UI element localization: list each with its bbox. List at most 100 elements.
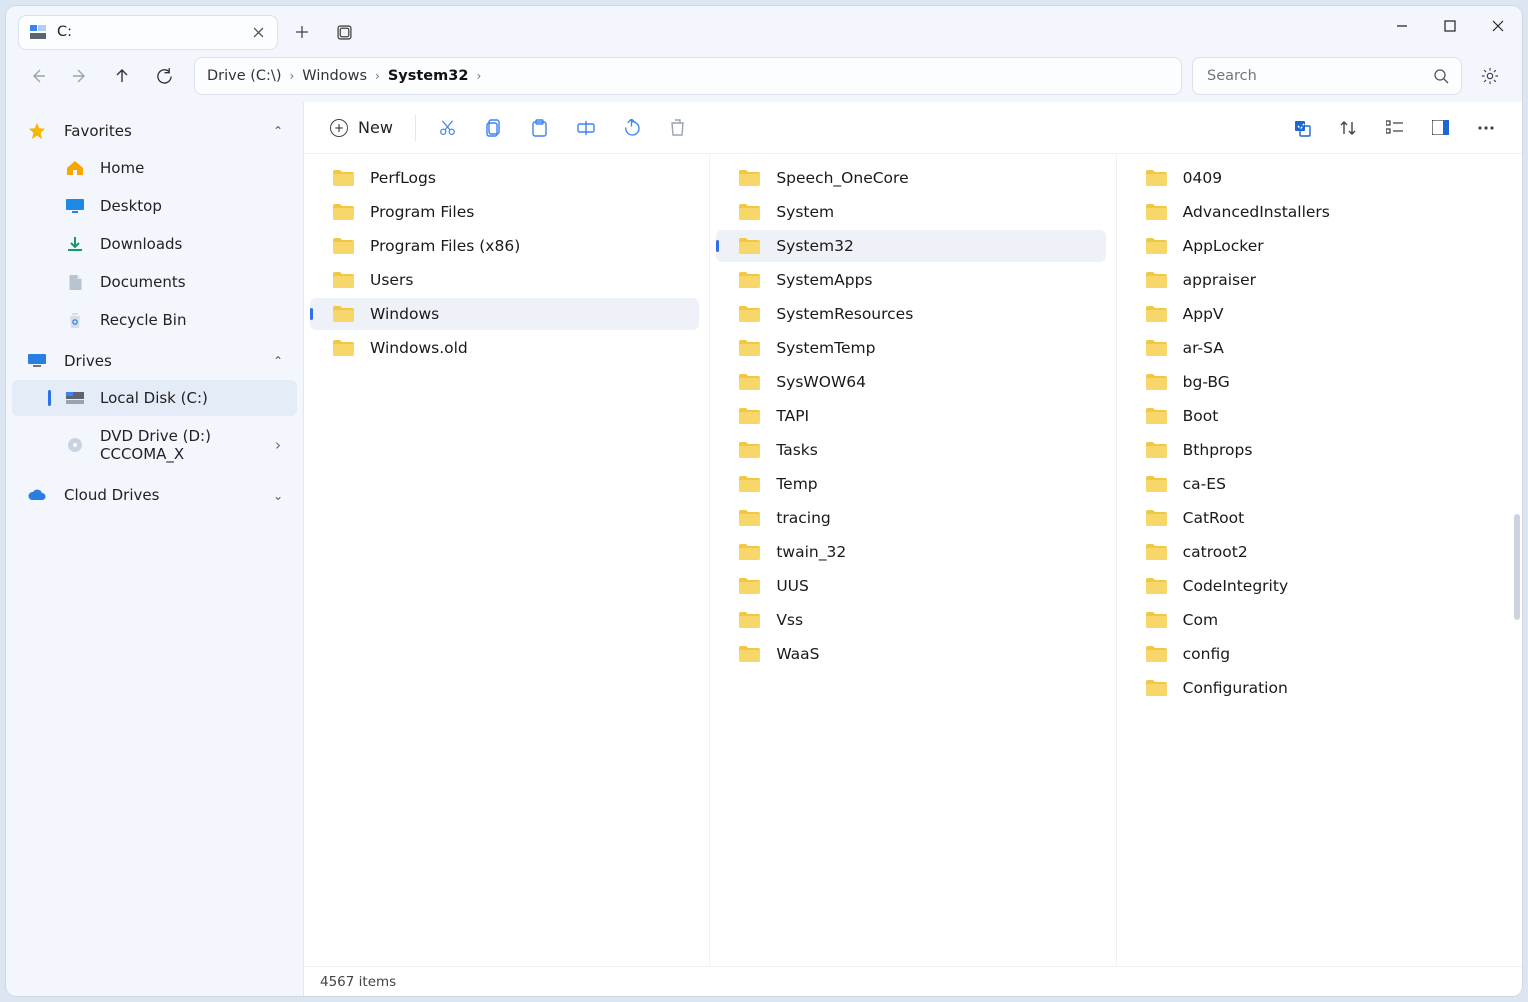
folder-item[interactable]: PerfLogs <box>310 162 699 194</box>
folder-item[interactable]: Vss <box>716 604 1105 636</box>
folder-icon <box>738 577 760 595</box>
folder-icon <box>1145 577 1167 595</box>
folder-icon <box>1145 645 1167 663</box>
tab-current[interactable]: C: <box>18 15 278 50</box>
breadcrumb-segment[interactable]: Drive (C:\) <box>207 68 281 84</box>
folder-icon <box>332 339 354 357</box>
folder-icon <box>332 271 354 289</box>
preview-pane-button[interactable] <box>1420 108 1460 148</box>
folder-item[interactable]: AppLocker <box>1123 230 1512 262</box>
folder-icon <box>1145 441 1167 459</box>
folder-item[interactable]: Com <box>1123 604 1512 636</box>
cut-button[interactable] <box>428 108 468 148</box>
folder-item[interactable]: catroot2 <box>1123 536 1512 568</box>
folder-item[interactable]: Users <box>310 264 699 296</box>
close-tab-icon[interactable] <box>249 23 267 41</box>
folder-item[interactable]: Program Files (x86) <box>310 230 699 262</box>
tab-overview-button[interactable] <box>326 14 362 50</box>
breadcrumb-segment[interactable]: System32 <box>388 68 469 84</box>
folder-item[interactable]: SystemApps <box>716 264 1105 296</box>
folder-item[interactable]: ca-ES <box>1123 468 1512 500</box>
more-button[interactable] <box>1466 108 1506 148</box>
maximize-button[interactable] <box>1426 6 1474 46</box>
folder-icon <box>738 407 760 425</box>
folder-item[interactable]: Speech_OneCore <box>716 162 1105 194</box>
plus-icon: + <box>330 119 348 137</box>
new-tab-button[interactable] <box>284 14 320 50</box>
recycle-bin-icon <box>64 311 86 329</box>
delete-button[interactable] <box>658 108 698 148</box>
sidebar-item-desktop[interactable]: Desktop <box>12 188 297 224</box>
folder-item[interactable]: tracing <box>716 502 1105 534</box>
folder-item[interactable]: Configuration <box>1123 672 1512 704</box>
folder-item[interactable]: System32 <box>716 230 1105 262</box>
desktop-icon <box>64 197 86 215</box>
folder-icon <box>738 305 760 323</box>
folder-icon <box>738 645 760 663</box>
folder-item[interactable]: Tasks <box>716 434 1105 466</box>
sidebar-item-downloads[interactable]: Downloads <box>12 226 297 262</box>
folder-item[interactable]: appraiser <box>1123 264 1512 296</box>
folder-item[interactable]: twain_32 <box>716 536 1105 568</box>
item-count: 4567 items <box>320 974 396 990</box>
breadcrumb-segment[interactable]: Windows <box>302 68 367 84</box>
chevron-right-icon: › <box>275 436 281 454</box>
folder-icon <box>738 611 760 629</box>
folder-item[interactable]: AppV <box>1123 298 1512 330</box>
search-field[interactable] <box>1192 57 1462 95</box>
rename-button[interactable] <box>566 108 606 148</box>
folder-icon <box>1145 169 1167 187</box>
new-button[interactable]: + New <box>320 112 403 143</box>
folder-item[interactable]: Windows.old <box>310 332 699 364</box>
folder-item[interactable]: 0409 <box>1123 162 1512 194</box>
columns-view: PerfLogs Program Files Program Files (x8… <box>304 154 1522 966</box>
folder-item[interactable]: Program Files <box>310 196 699 228</box>
sort-button[interactable] <box>1328 108 1368 148</box>
sidebar-item-recycle[interactable]: Recycle Bin <box>12 302 297 338</box>
folder-item[interactable]: config <box>1123 638 1512 670</box>
folder-item[interactable]: SystemResources <box>716 298 1105 330</box>
folder-item[interactable]: Windows <box>310 298 699 330</box>
settings-button[interactable] <box>1472 58 1508 94</box>
folder-item[interactable]: WaaS <box>716 638 1105 670</box>
folder-item[interactable]: System <box>716 196 1105 228</box>
breadcrumb[interactable]: Drive (C:\) › Windows › System32 › <box>194 57 1182 95</box>
chevron-right-icon: › <box>285 69 298 83</box>
sidebar-section-favorites[interactable]: Favorites ⌃ <box>6 114 303 148</box>
folder-item[interactable]: Bthprops <box>1123 434 1512 466</box>
share-button[interactable] <box>612 108 652 148</box>
sidebar-section-drives[interactable]: Drives ⌃ <box>6 344 303 378</box>
chevron-down-icon: ⌃ <box>273 488 283 502</box>
folder-item[interactable]: CatRoot <box>1123 502 1512 534</box>
view-button[interactable] <box>1374 108 1414 148</box>
folder-item[interactable]: ar-SA <box>1123 332 1512 364</box>
folder-item[interactable]: TAPI <box>716 400 1105 432</box>
sidebar-item-dvd[interactable]: DVD Drive (D:) CCCOMA_X› <box>12 418 297 472</box>
folder-icon <box>738 203 760 221</box>
folder-icon <box>1145 509 1167 527</box>
sidebar-section-cloud[interactable]: Cloud Drives ⌃ <box>6 478 303 512</box>
folder-item[interactable]: SystemTemp <box>716 332 1105 364</box>
up-button[interactable] <box>102 57 142 95</box>
folder-item[interactable]: CodeIntegrity <box>1123 570 1512 602</box>
back-button[interactable] <box>18 57 58 95</box>
folder-item[interactable]: Boot <box>1123 400 1512 432</box>
folder-item[interactable]: Temp <box>716 468 1105 500</box>
forward-button[interactable] <box>60 57 100 95</box>
search-input[interactable] <box>1205 67 1433 85</box>
sidebar-item-documents[interactable]: Documents <box>12 264 297 300</box>
paste-button[interactable] <box>520 108 560 148</box>
close-button[interactable] <box>1474 6 1522 46</box>
sidebar-item-home[interactable]: Home <box>12 150 297 186</box>
folder-icon <box>738 271 760 289</box>
copy-button[interactable] <box>474 108 514 148</box>
sidebar-item-local-disk[interactable]: Local Disk (C:) <box>12 380 297 416</box>
select-tool-button[interactable] <box>1282 108 1322 148</box>
folder-item[interactable]: AdvancedInstallers <box>1123 196 1512 228</box>
toolbar: + New <box>304 102 1522 154</box>
folder-item[interactable]: SysWOW64 <box>716 366 1105 398</box>
folder-item[interactable]: UUS <box>716 570 1105 602</box>
minimize-button[interactable] <box>1378 6 1426 46</box>
folder-item[interactable]: bg-BG <box>1123 366 1512 398</box>
refresh-button[interactable] <box>144 57 184 95</box>
